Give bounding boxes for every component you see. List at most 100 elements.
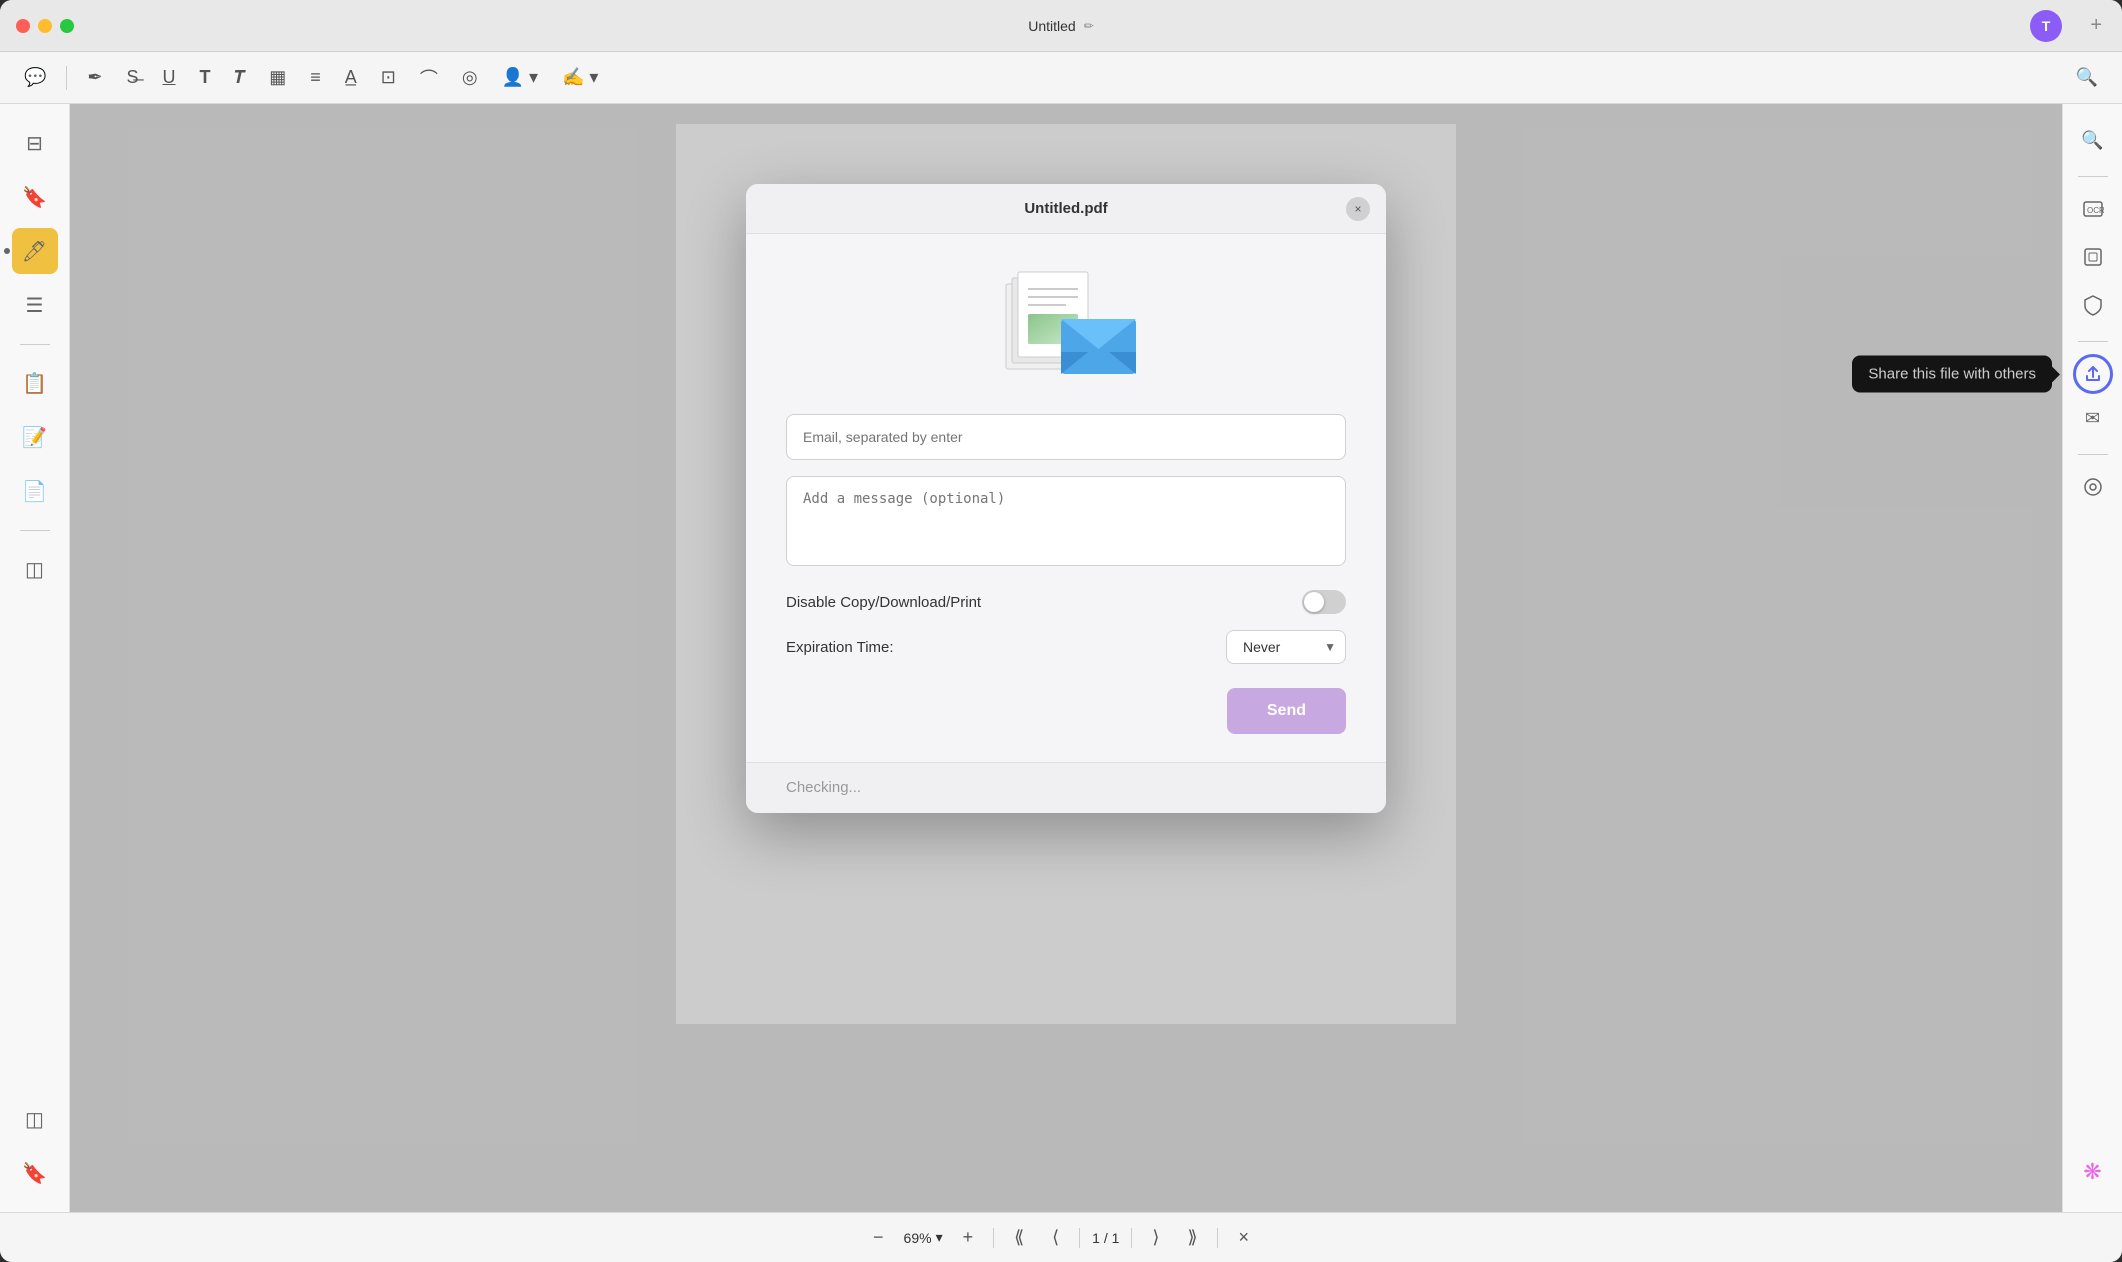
shape-icon[interactable]: ⌒ bbox=[416, 61, 442, 95]
highlighter-icon: 🖊 bbox=[22, 239, 47, 264]
modal-overlay: Untitled.pdf × bbox=[70, 104, 2062, 1212]
image-icon[interactable]: ⊡ bbox=[377, 63, 400, 92]
minimize-window-button[interactable] bbox=[38, 19, 52, 33]
zoom-display[interactable]: 69% ▾ bbox=[904, 1229, 943, 1246]
right-divider-2 bbox=[2078, 341, 2108, 342]
maximize-window-button[interactable] bbox=[60, 19, 74, 33]
sidebar-divider-2 bbox=[20, 530, 50, 531]
right-divider-1 bbox=[2078, 176, 2108, 177]
app-window: Untitled ✏ + T 💬 ✒ S̶ U T 𝑻 ▦ ≡ A̲ ⊡ ⌒ ◎… bbox=[0, 0, 2122, 1262]
window-controls bbox=[16, 19, 74, 33]
right-flower-icon[interactable]: ❋ bbox=[2073, 1152, 2113, 1192]
right-save-icon[interactable] bbox=[2073, 467, 2113, 507]
text2-icon[interactable]: 𝑻 bbox=[231, 63, 250, 92]
title-bar: Untitled ✏ + T bbox=[0, 0, 2122, 52]
pages-icon: ⊟ bbox=[26, 131, 43, 156]
zoom-level: 69% bbox=[904, 1230, 932, 1246]
modal-body: Disable Copy/Download/Print Expiration T… bbox=[746, 234, 1386, 762]
right-email-icon[interactable]: ✉ bbox=[2073, 398, 2113, 438]
modal-footer: Checking... bbox=[746, 762, 1386, 813]
sidebar-divider-1 bbox=[20, 344, 50, 345]
zoom-out-button[interactable]: − bbox=[865, 1223, 892, 1252]
sidebar-item-layers2[interactable]: ◫ bbox=[12, 1096, 58, 1142]
doc-icon: 📋 bbox=[22, 371, 47, 396]
nav-last-button[interactable]: ⟫ bbox=[1179, 1223, 1205, 1252]
user-menu-icon[interactable]: 👤 ▾ bbox=[498, 63, 542, 92]
modal-title: Untitled.pdf bbox=[766, 200, 1366, 217]
stamp-icon[interactable]: ✍ ▾ bbox=[558, 63, 602, 92]
bottom-divider-3 bbox=[1131, 1228, 1132, 1248]
right-scan-icon[interactable] bbox=[2073, 237, 2113, 277]
sidebar-item-layers[interactable]: ◫ bbox=[12, 546, 58, 592]
email-input[interactable] bbox=[786, 414, 1346, 460]
zoom-dropdown-icon[interactable]: ▾ bbox=[936, 1229, 943, 1246]
underline-icon[interactable]: U bbox=[159, 63, 180, 92]
bottom-divider-2 bbox=[1079, 1228, 1080, 1248]
stamp-sidebar-icon: 📄 bbox=[22, 479, 47, 504]
user-avatar[interactable]: T bbox=[2030, 10, 2062, 42]
page-separator: / bbox=[1104, 1230, 1112, 1246]
share-file-button[interactable] bbox=[2073, 354, 2113, 394]
disable-toggle[interactable] bbox=[1302, 590, 1346, 614]
right-ocr-icon[interactable]: OCR bbox=[2073, 189, 2113, 229]
pen-tool-icon[interactable]: ✒ bbox=[83, 63, 106, 92]
expiration-row: Expiration Time: Never 1 Day 7 Days 30 D… bbox=[786, 630, 1346, 664]
sidebar-item-doc[interactable]: 📋 bbox=[12, 360, 58, 406]
list-sidebar-icon: ☰ bbox=[26, 293, 44, 318]
edit-title-icon[interactable]: ✏ bbox=[1084, 19, 1094, 33]
sidebar-spacer-2 bbox=[0, 522, 69, 538]
right-secure-icon[interactable] bbox=[2073, 285, 2113, 325]
expiration-label: Expiration Time: bbox=[786, 639, 894, 656]
add-tab-button[interactable]: + bbox=[2090, 14, 2102, 37]
sidebar-spacer-1 bbox=[0, 336, 69, 352]
expiration-select[interactable]: Never 1 Day 7 Days 30 Days bbox=[1226, 630, 1346, 664]
disable-option-row: Disable Copy/Download/Print bbox=[786, 590, 1346, 614]
svg-text:OCR: OCR bbox=[2087, 206, 2104, 215]
document-area: herbs you prefer. 2. Place the chicken i… bbox=[70, 104, 2062, 1212]
bottom-divider-4 bbox=[1217, 1228, 1218, 1248]
toggle-knob bbox=[1304, 592, 1324, 612]
sidebar-item-highlighter[interactable]: 🖊 bbox=[12, 228, 58, 274]
layers-icon: ◫ bbox=[25, 557, 44, 582]
nav-first-button[interactable]: ⟪ bbox=[1006, 1223, 1032, 1252]
bottom-divider-1 bbox=[993, 1228, 994, 1248]
zoom-in-button[interactable]: + bbox=[955, 1223, 982, 1252]
textbox-icon[interactable]: ▦ bbox=[265, 63, 290, 92]
highlight-icon[interactable]: A̲ bbox=[341, 63, 361, 92]
comments-icon[interactable]: 💬 bbox=[20, 63, 50, 92]
send-button[interactable]: Send bbox=[1227, 688, 1346, 734]
message-input[interactable] bbox=[786, 476, 1346, 566]
bottom-toolbar: − 69% ▾ + ⟪ ⟨ 1 / 1 ⟩ ⟫ × bbox=[0, 1212, 2122, 1262]
bookmarks-icon: 🔖 bbox=[22, 185, 47, 210]
close-doc-button[interactable]: × bbox=[1230, 1223, 1257, 1252]
search-toolbar-icon[interactable]: 🔍 bbox=[2072, 63, 2102, 92]
sidebar-item-pages[interactable]: ⊟ bbox=[12, 120, 58, 166]
title-text: Untitled ✏ bbox=[1028, 18, 1094, 34]
toolbar-divider-1 bbox=[66, 66, 67, 90]
left-sidebar: ⊟ 🔖 🖊 ☰ 📋 📝 📄 bbox=[0, 104, 70, 1212]
modal-close-button[interactable]: × bbox=[1346, 197, 1370, 221]
page-total: 1 bbox=[1112, 1230, 1120, 1246]
sidebar-item-stamp[interactable]: 📄 bbox=[12, 468, 58, 514]
sidebar-item-bookmarks[interactable]: 🔖 bbox=[12, 174, 58, 220]
sidebar-item-notes[interactable]: 📝 bbox=[12, 414, 58, 460]
notes-icon: 📝 bbox=[22, 425, 47, 450]
color-picker-icon[interactable]: ◎ bbox=[458, 63, 482, 92]
layers2-icon: ◫ bbox=[25, 1107, 44, 1132]
close-window-button[interactable] bbox=[16, 19, 30, 33]
document-title: Untitled bbox=[1028, 18, 1075, 34]
sidebar-item-footer-bookmark[interactable]: 🔖 bbox=[12, 1150, 58, 1196]
list-icon[interactable]: ≡ bbox=[306, 63, 325, 92]
text-icon[interactable]: T bbox=[196, 63, 215, 92]
sidebar-item-list[interactable]: ☰ bbox=[12, 282, 58, 328]
mail-illustration-area bbox=[786, 264, 1346, 384]
right-divider-3 bbox=[2078, 454, 2108, 455]
nav-prev-button[interactable]: ⟨ bbox=[1044, 1223, 1067, 1252]
checking-status: Checking... bbox=[786, 779, 861, 796]
page-display: 1 / 1 bbox=[1092, 1230, 1119, 1246]
right-search-icon[interactable]: 🔍 bbox=[2073, 120, 2113, 160]
mail-illustration bbox=[986, 264, 1146, 384]
disable-label: Disable Copy/Download/Print bbox=[786, 594, 981, 611]
strikethrough-icon[interactable]: S̶ bbox=[123, 63, 143, 92]
nav-next-button[interactable]: ⟩ bbox=[1144, 1223, 1167, 1252]
